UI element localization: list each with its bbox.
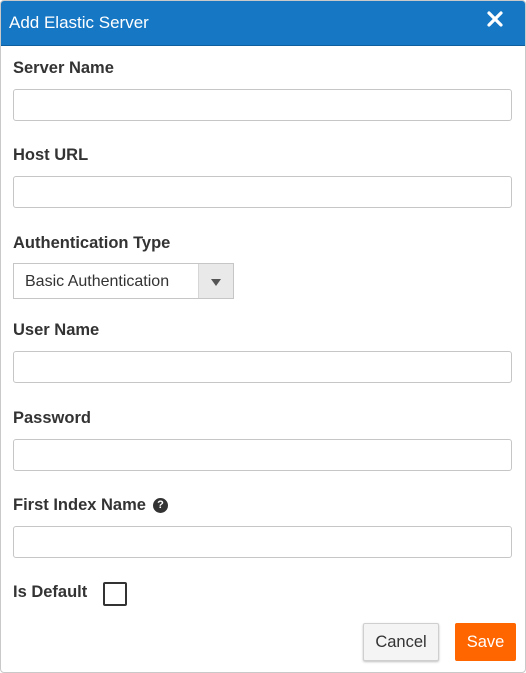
host-url-input[interactable] [13, 176, 512, 208]
is-default-label: Is Default [13, 583, 88, 601]
add-elastic-server-dialog: Add Elastic Server Server Name Host URL … [0, 0, 526, 673]
authentication-type-selected: Basic Authentication [25, 273, 170, 290]
password-input[interactable] [13, 439, 512, 471]
save-button[interactable]: Save [455, 623, 516, 661]
user-name-input[interactable] [13, 351, 512, 383]
is-default-checkbox[interactable] [103, 582, 127, 606]
close-icon[interactable] [484, 8, 506, 30]
password-label: Password [13, 409, 91, 427]
question-circle-icon[interactable]: ? [153, 498, 168, 513]
dialog-titlebar: Add Elastic Server [1, 1, 525, 46]
first-index-name-input[interactable] [13, 526, 512, 558]
dialog-title: Add Elastic Server [9, 13, 149, 32]
user-name-label: User Name [13, 321, 100, 339]
authentication-type-label: Authentication Type [13, 234, 171, 252]
cancel-button[interactable]: Cancel [363, 623, 439, 661]
authentication-type-select[interactable]: Basic Authentication [13, 263, 234, 299]
server-name-input[interactable] [13, 89, 512, 121]
first-index-name-label: First Index Name [13, 496, 146, 514]
chevron-down-icon [211, 279, 221, 286]
select-dropdown-button[interactable] [198, 264, 233, 298]
host-url-label: Host URL [13, 146, 89, 164]
server-name-label: Server Name [13, 59, 114, 77]
